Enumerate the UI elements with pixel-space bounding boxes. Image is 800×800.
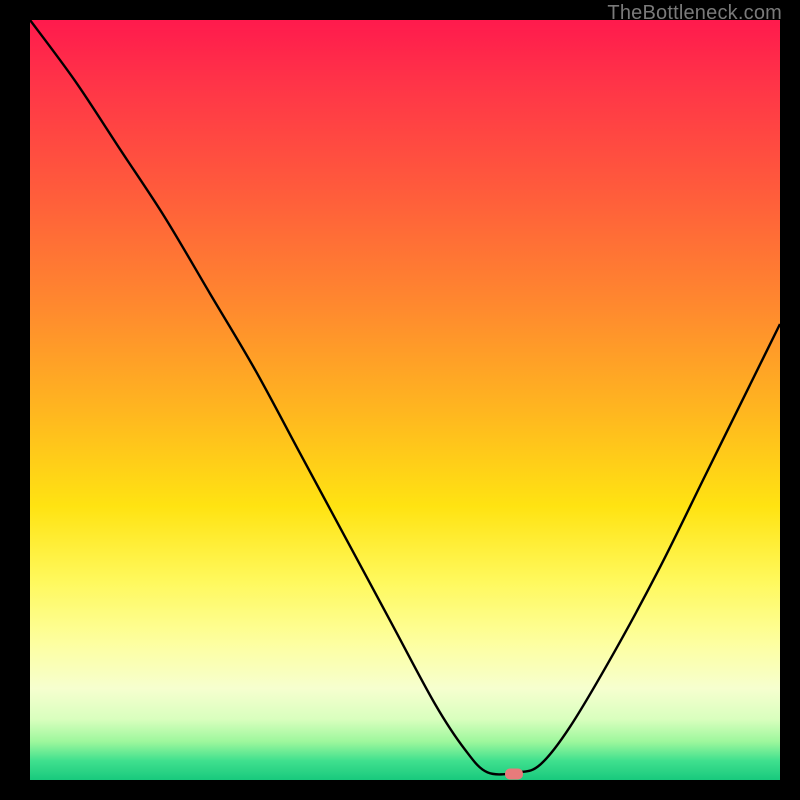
chart-plot-area <box>30 20 780 780</box>
chart-frame: TheBottleneck.com <box>0 0 800 800</box>
bottleneck-curve <box>30 20 780 780</box>
curve-path <box>30 20 780 774</box>
watermark-text: TheBottleneck.com <box>607 2 782 25</box>
optimum-marker <box>505 768 523 779</box>
